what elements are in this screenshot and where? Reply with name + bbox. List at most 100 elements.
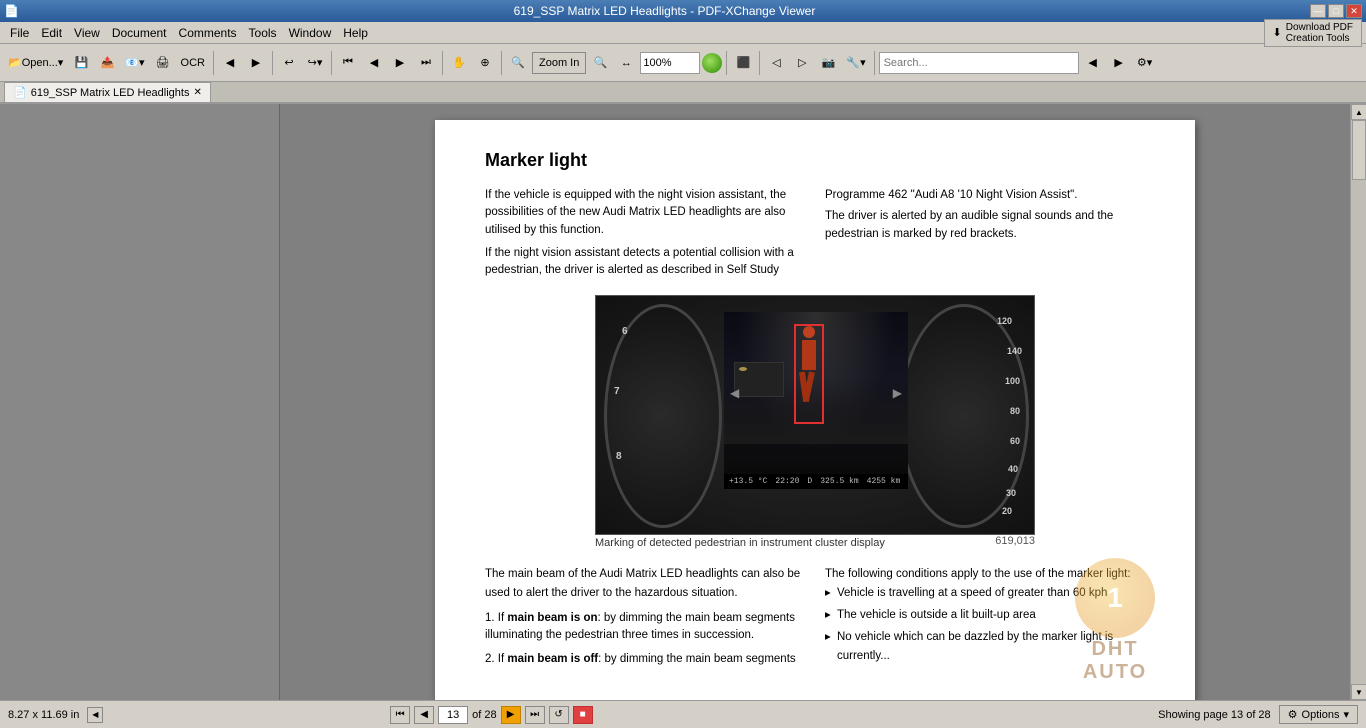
refresh-button[interactable]: ↺ [549,706,569,724]
arrow-down-icon: ⬇ [1273,26,1282,39]
title-bar-controls: — □ ✕ [1310,4,1362,18]
left-para-2: If the night vision assistant detects a … [485,245,805,280]
toolbar-sep-8 [874,51,875,75]
image-caption: Marking of detected pedestrian in instru… [595,537,885,549]
last-page-btn[interactable]: ⏭ [414,49,438,77]
menu-window[interactable]: Window [283,24,338,42]
menu-file[interactable]: File [4,24,35,42]
menu-right: ⬇ Download PDFCreation Tools [1264,19,1362,47]
col-right-text: Programme 462 "Audi A8 '10 Night Vision … [825,187,1145,279]
email-button[interactable]: 📧▾ [121,49,148,77]
ocr-button[interactable]: OCR [177,49,209,77]
page-number-input[interactable] [438,706,468,724]
save-icon: 💾 [74,56,88,69]
redo-button[interactable]: ↪▾ [303,49,327,77]
menu-help[interactable]: Help [337,24,374,42]
menu-document[interactable]: Document [106,24,173,42]
tab-pdf[interactable]: 📄 619_SSP Matrix LED Headlights ✕ [4,82,211,102]
menu-edit[interactable]: Edit [35,24,68,42]
night-vision-image: 6 7 8 120 140 100 80 60 40 30 20 [595,295,1035,535]
display-dist2: 4255 km [867,477,901,486]
options-icon: ⚙ [1288,708,1298,721]
tools-dropdown: ▾ [860,56,866,69]
toolbar-sep-2 [272,51,273,75]
save-button[interactable]: 💾 [69,49,93,77]
next-page-btn[interactable]: ▶ [388,49,412,77]
watermark-number: 1 [1107,582,1123,614]
search-options-btn[interactable]: ⚙▾ [1133,49,1157,77]
download-pdf-button[interactable]: ⬇ Download PDFCreation Tools [1264,19,1362,47]
print-button[interactable]: 🖨 [151,49,175,77]
page-total: of 28 [472,709,496,721]
zoom-fit-btn[interactable]: ⬛ [731,49,755,77]
dimensions-section: 8.27 x 11.69 in [8,709,79,721]
right-scrollbar: ▲ ▼ [1350,104,1366,700]
hand-icon: ✋ [452,56,466,69]
menu-comments[interactable]: Comments [173,24,243,42]
prev-page-nav-button[interactable]: ◀ [414,706,434,724]
toolbar-sep-6 [726,51,727,75]
maximize-button[interactable]: □ [1328,4,1344,18]
forward-icon: ▶ [252,56,260,69]
select-tool-btn[interactable]: ⊕ [473,49,497,77]
search-prev-btn[interactable]: ◀ [1081,49,1105,77]
search-input[interactable] [879,52,1079,74]
status-message: Showing page 13 of 28 [1158,709,1271,721]
image-number: 619,013 [995,535,1035,547]
title-bar: 📄 619_SSP Matrix LED Headlights - PDF-XC… [0,0,1366,22]
first-page-nav-button[interactable]: ⏮ [390,706,410,724]
hand-tool-btn[interactable]: ✋ [447,49,471,77]
item-text-2: If main beam is off: by dimming the main… [498,653,796,665]
col-left-text: If the vehicle is equipped with the nigh… [485,187,805,279]
undo-button[interactable]: ↩ [277,49,301,77]
scroll-up-button[interactable]: ▲ [1351,104,1366,120]
menu-tools[interactable]: Tools [243,24,283,42]
watermark-circle: 1 [1075,558,1155,638]
open-button[interactable]: 📂 Open... ▾ [4,49,67,77]
title-bar-title: 619_SSP Matrix LED Headlights - PDF-XCha… [514,4,816,18]
search-btn[interactable]: 🔍 [506,49,530,77]
snapshots-btn[interactable]: 📷 [816,49,840,77]
status-bar: 8.27 x 11.69 in ◀ ⏮ ◀ of 28 ▶ ⏭ ↺ ■ Show… [0,700,1366,728]
pdf-area[interactable]: Marker light If the vehicle is equipped … [280,104,1350,700]
prev-page-btn[interactable]: ◀ [362,49,386,77]
options-button[interactable]: ⚙ Options ▾ [1279,705,1358,724]
first-page-btn[interactable]: ⏮ [336,49,360,77]
tools-btn[interactable]: 🔧▾ [842,49,869,77]
save-as-button[interactable]: 📤 [95,49,119,77]
scroll-left-button[interactable]: ◀ [87,707,103,723]
toolbar: 📂 Open... ▾ 💾 📤 📧▾ 🖨 OCR ◀ ▶ ↩ ↪▾ ⏮ ◀ ▶ … [0,44,1366,82]
menu-view[interactable]: View [68,24,106,42]
back-button[interactable]: ◀ [218,49,242,77]
last-page-nav-button[interactable]: ⏭ [525,706,545,724]
scroll-down-button[interactable]: ▼ [1351,684,1366,700]
zoom-out-btn[interactable]: 🔍 [588,49,612,77]
search-next-btn[interactable]: ▶ [1107,49,1131,77]
image-caption-wrapper: Marking of detected pedestrian in instru… [595,535,1035,549]
left-para-1: If the vehicle is equipped with the nigh… [485,187,805,239]
zoom-level-input[interactable]: 100% [640,52,700,74]
tab-close-button[interactable]: ✕ [193,87,201,98]
zoom-in-button[interactable]: Zoom In [532,52,586,74]
options-label: Options [1302,709,1340,721]
status-right: Showing page 13 of 28 [1158,709,1271,721]
tab-bar: 📄 619_SSP Matrix LED Headlights ✕ [0,82,1366,104]
stop-button[interactable]: ■ [573,706,593,724]
scroll-track[interactable] [1351,120,1366,684]
search-icon: 🔍 [511,56,525,69]
toolbar-sep-3 [331,51,332,75]
zoom-width-btn[interactable]: ↔ [614,49,638,77]
open-label: Open... [22,57,58,69]
print-icon: 🖨 [156,56,170,69]
play-button[interactable]: ▶ [501,706,521,724]
close-button[interactable]: ✕ [1346,4,1362,18]
forward-button[interactable]: ▶ [244,49,268,77]
zoom-confirm-button[interactable] [702,53,722,73]
next-view-btn[interactable]: ▷ [790,49,814,77]
scroll-thumb[interactable] [1352,120,1366,180]
prev-view-btn[interactable]: ◁ [764,49,788,77]
snapshot-icon: 📷 [822,56,836,69]
toolbar-sep-5 [501,51,502,75]
content-columns: If the vehicle is equipped with the nigh… [485,187,1145,279]
minimize-button[interactable]: — [1310,4,1326,18]
